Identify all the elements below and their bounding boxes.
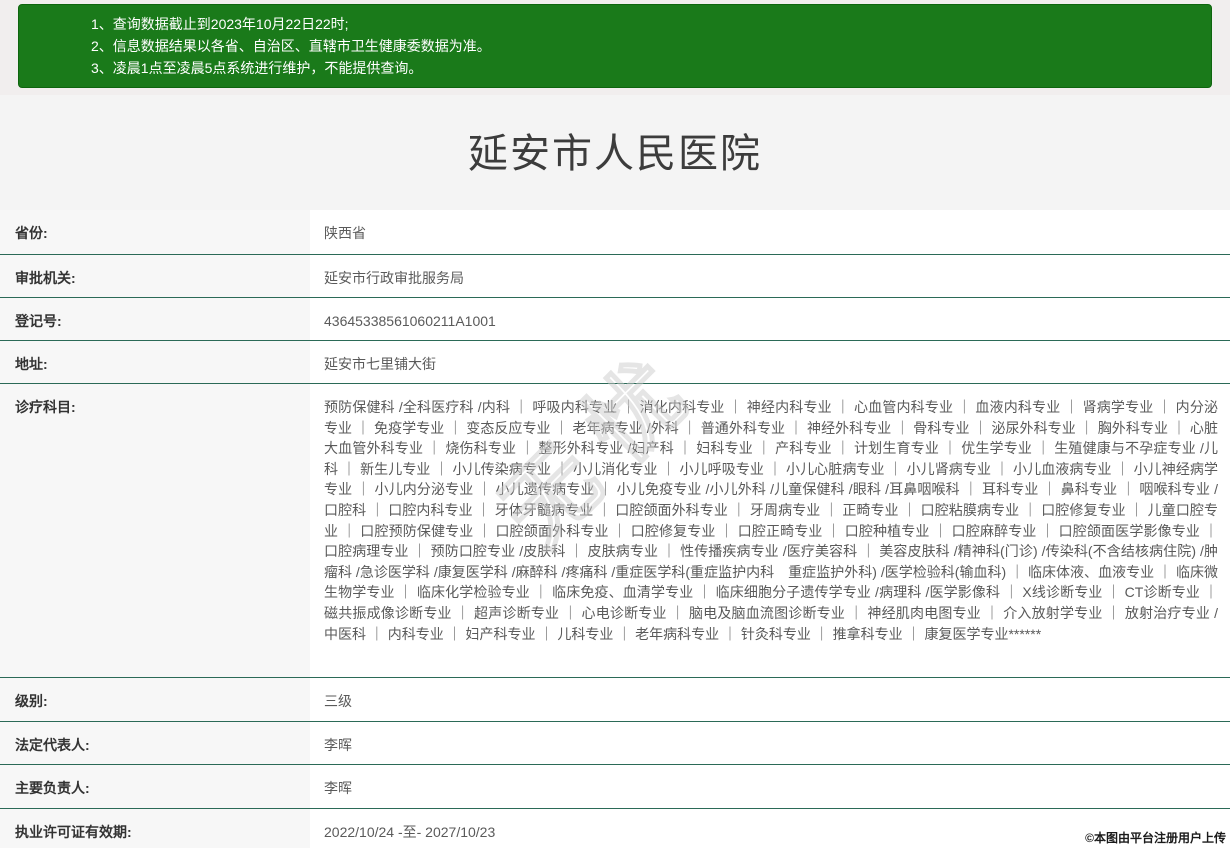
table-row-approval-authority: 审批机关: 延安市行政审批服务局 xyxy=(0,254,1230,297)
hospital-info-page: 1、查询数据截止到2023年10月22日22时; 2、信息数据结果以各省、自治区… xyxy=(0,0,1230,848)
row-value: 预防保健科 /全科医疗科 /内科 ｜ 呼吸内科专业 ｜ 消化内科专业 ｜ 神经内… xyxy=(310,384,1230,677)
notice-line-1: 1、查询数据截止到2023年10月22日22时; xyxy=(91,13,1201,35)
row-label: 省份: xyxy=(0,210,310,254)
table-row-main-responsible: 主要负责人: 李晖 xyxy=(0,764,1230,808)
row-label: 地址: xyxy=(0,341,310,383)
info-table: 省份: 陕西省 审批机关: 延安市行政审批服务局 登记号: 4364533856… xyxy=(0,210,1230,848)
row-value: 李晖 xyxy=(310,722,1230,764)
notice-line-2: 2、信息数据结果以各省、自治区、直辖市卫生健康委数据为准。 xyxy=(91,35,1201,57)
table-row-address: 地址: 延安市七里铺大街 xyxy=(0,340,1230,383)
table-row-registration-number: 登记号: 43645338561060211A1001 xyxy=(0,297,1230,340)
row-value: 延安市七里铺大街 xyxy=(310,341,1230,383)
table-row-level: 级别: 三级 xyxy=(0,677,1230,721)
notice-box: 1、查询数据截止到2023年10月22日22时; 2、信息数据结果以各省、自治区… xyxy=(18,4,1212,88)
row-label: 审批机关: xyxy=(0,255,310,297)
uploaded-by-note: ©本图由平台注册用户上传 xyxy=(1085,829,1226,846)
table-row-license-validity: 执业许可证有效期: 2022/10/24 -至- 2027/10/23 xyxy=(0,808,1230,848)
table-row-legal-representative: 法定代表人: 李晖 xyxy=(0,721,1230,764)
row-value: 三级 xyxy=(310,678,1230,721)
table-row-province: 省份: 陕西省 xyxy=(0,210,1230,254)
table-row-departments: 诊疗科目: 预防保健科 /全科医疗科 /内科 ｜ 呼吸内科专业 ｜ 消化内科专业… xyxy=(0,383,1230,677)
row-label: 执业许可证有效期: xyxy=(0,809,310,848)
row-label: 级别: xyxy=(0,678,310,721)
title-band: 延安市人民医院 xyxy=(0,95,1230,210)
notice-line-3: 3、凌晨1点至凌晨5点系统进行维护，不能提供查询。 xyxy=(91,57,1201,79)
page-title: 延安市人民医院 xyxy=(0,95,1230,179)
row-label: 登记号: xyxy=(0,298,310,340)
row-value: 李晖 xyxy=(310,765,1230,808)
row-label: 主要负责人: xyxy=(0,765,310,808)
top-strip: 1、查询数据截止到2023年10月22日22时; 2、信息数据结果以各省、自治区… xyxy=(0,0,1230,95)
row-value: 陕西省 xyxy=(310,210,1230,254)
row-value: 延安市行政审批服务局 xyxy=(310,255,1230,297)
row-label: 诊疗科目: xyxy=(0,384,310,677)
row-label: 法定代表人: xyxy=(0,722,310,764)
row-value: 43645338561060211A1001 xyxy=(310,298,1230,340)
